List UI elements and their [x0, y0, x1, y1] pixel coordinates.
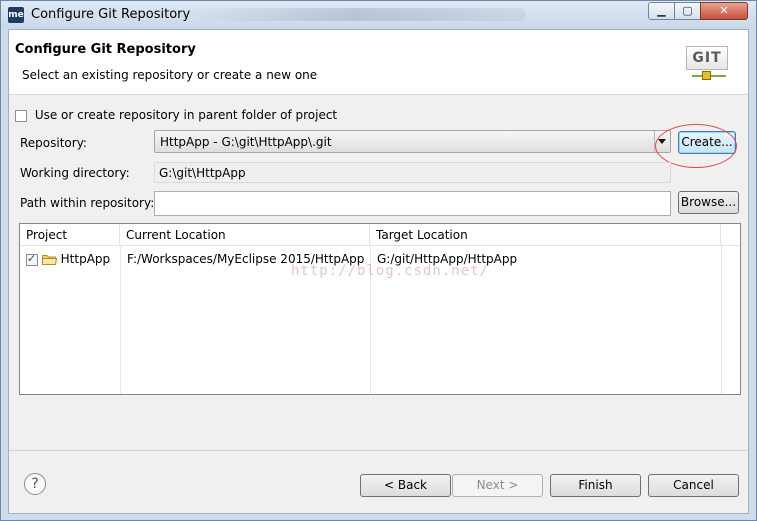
- repository-label: Repository:: [20, 136, 87, 150]
- working-directory-label: Working directory:: [20, 166, 130, 180]
- banner-subtitle: Select an existing repository or create …: [22, 68, 318, 82]
- project-cell[interactable]: HttpApp: [26, 252, 110, 266]
- project-folder-icon: [41, 255, 57, 265]
- parent-folder-checkbox[interactable]: [15, 109, 27, 122]
- close-button[interactable]: ✕: [700, 2, 748, 20]
- back-button[interactable]: < Back: [360, 474, 451, 497]
- project-name: HttpApp: [60, 252, 111, 266]
- repository-value: HttpApp - G:\git\HttpApp\.git: [160, 135, 332, 149]
- git-logo-icon: GIT: [686, 46, 730, 84]
- create-button[interactable]: Create...: [678, 131, 736, 154]
- dialog-window: me Configure Git Repository ▁ ▢ ✕ Config…: [0, 0, 757, 521]
- watermark-text: http://blog.csdn.net/: [291, 263, 490, 279]
- next-button[interactable]: Next >: [452, 474, 543, 497]
- minimize-button[interactable]: ▁: [648, 2, 675, 20]
- column-header-current-location[interactable]: Current Location: [120, 224, 370, 246]
- column-divider: [721, 246, 722, 394]
- dialog-content: Configure Git Repository Select an exist…: [8, 29, 749, 514]
- working-directory-value: G:\git\HttpApp: [159, 166, 246, 180]
- repository-combo[interactable]: HttpApp - G:\git\HttpApp\.git: [154, 130, 671, 153]
- cancel-button[interactable]: Cancel: [648, 474, 739, 497]
- browse-button[interactable]: Browse...: [678, 191, 739, 214]
- maximize-button[interactable]: ▢: [674, 2, 701, 20]
- working-directory-field: G:\git\HttpApp: [154, 162, 671, 183]
- path-within-repository-label: Path within repository:: [20, 196, 155, 210]
- parent-folder-option[interactable]: Use or create repository in parent folde…: [15, 108, 337, 122]
- blurred-title-region: [186, 8, 526, 21]
- banner-title: Configure Git Repository: [15, 42, 196, 57]
- projects-table: Project Current Location Target Location…: [19, 223, 741, 395]
- title-bar[interactable]: me Configure Git Repository ▁ ▢ ✕: [1, 1, 756, 29]
- git-logo-node: [702, 71, 711, 80]
- column-divider: [120, 246, 121, 394]
- column-header-project[interactable]: Project: [20, 224, 120, 246]
- myeclipse-app-icon: me: [8, 7, 24, 23]
- footer-separator: [9, 450, 748, 451]
- window-title: Configure Git Repository: [31, 7, 191, 22]
- git-logo-text: GIT: [686, 46, 728, 70]
- chevron-down-icon[interactable]: [654, 131, 670, 152]
- path-within-repository-input[interactable]: [154, 191, 671, 216]
- help-icon[interactable]: ?: [24, 473, 46, 495]
- column-header-filler: [721, 224, 740, 246]
- wizard-banner: Configure Git Repository Select an exist…: [9, 30, 748, 95]
- parent-folder-label: Use or create repository in parent folde…: [34, 108, 338, 122]
- project-checkbox[interactable]: [26, 252, 38, 266]
- finish-button[interactable]: Finish: [550, 474, 641, 497]
- column-header-target-location[interactable]: Target Location: [370, 224, 721, 246]
